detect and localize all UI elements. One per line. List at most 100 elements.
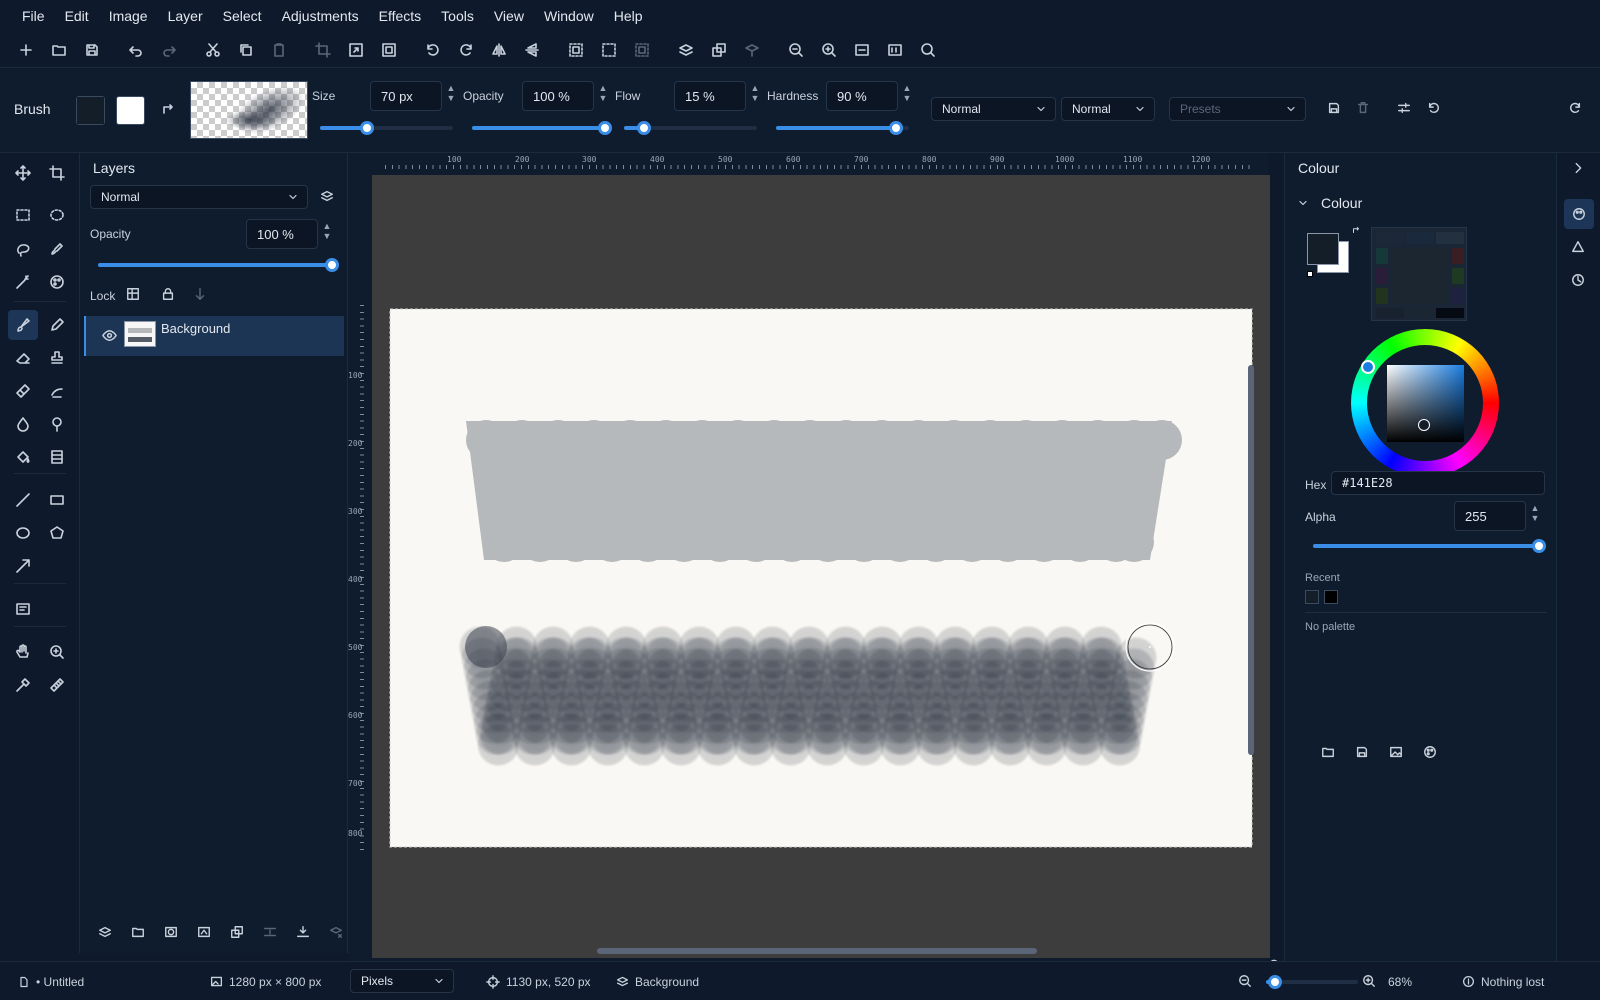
hardness-slider[interactable]	[776, 121, 909, 135]
lasso-select-icon[interactable]	[8, 234, 38, 264]
zoom-out-icon[interactable]	[780, 32, 812, 68]
chevron-down-icon[interactable]	[1297, 197, 1309, 209]
ellipse-select-icon[interactable]	[42, 200, 72, 230]
blur-icon[interactable]	[8, 409, 38, 439]
collapse-panel-icon[interactable]	[1571, 161, 1585, 175]
fit-window-icon[interactable]	[846, 32, 878, 68]
select-all-icon[interactable]	[560, 32, 592, 68]
delete-layer-icon[interactable]	[329, 925, 343, 939]
zoom-tool-icon[interactable]	[42, 637, 72, 667]
size-input[interactable]: 70 px	[370, 81, 442, 111]
opacity-stepper[interactable]: ▲ ▼	[597, 83, 609, 103]
lock-position-icon[interactable]	[193, 287, 207, 301]
open-palette-icon[interactable]	[1321, 745, 1335, 759]
clone-stamp-icon[interactable]	[42, 343, 72, 373]
colour-select-icon[interactable]	[42, 267, 72, 297]
rotate-right-icon[interactable]	[450, 32, 482, 68]
layer-blend-dropdown[interactable]: Normal	[90, 185, 308, 209]
layer-opacity-knob[interactable]	[325, 258, 339, 272]
hex-input[interactable]: #141E28	[1331, 471, 1545, 495]
dodge-icon[interactable]	[42, 409, 72, 439]
paste-icon[interactable]	[263, 32, 295, 68]
move-tool-icon[interactable]	[8, 158, 38, 188]
gradient-icon[interactable]	[8, 376, 38, 406]
flow-slider[interactable]	[624, 121, 757, 135]
palette-from-image-icon[interactable]	[1389, 745, 1403, 759]
brush-preview[interactable]	[190, 81, 308, 139]
crop-tool-icon[interactable]	[42, 158, 72, 188]
vertical-scrollbar[interactable]	[1248, 365, 1254, 755]
hardness-slider-knob[interactable]	[888, 121, 903, 135]
menu-window[interactable]: Window	[534, 0, 604, 32]
flip-horizontal-icon[interactable]	[483, 32, 515, 68]
add-layer-icon[interactable]	[670, 32, 702, 68]
hardness-stepper[interactable]: ▲ ▼	[901, 83, 913, 103]
actual-size-icon[interactable]	[879, 32, 911, 68]
canvas-viewport[interactable]	[372, 175, 1270, 958]
menu-layer[interactable]: Layer	[158, 0, 213, 32]
swap-colours-icon[interactable]	[1351, 225, 1361, 235]
ruler-tool-icon[interactable]	[42, 670, 72, 700]
save-icon[interactable]	[76, 32, 108, 68]
eyedropper-icon[interactable]	[8, 670, 38, 700]
visibility-eye-icon[interactable]	[102, 328, 117, 343]
recent-colour-swatch[interactable]	[1305, 590, 1319, 604]
merge-down-icon[interactable]	[263, 925, 277, 939]
search-icon[interactable]	[912, 32, 944, 68]
history-tab-icon[interactable]	[1571, 273, 1585, 287]
polygon-tool-icon[interactable]	[42, 518, 72, 548]
flow-slider-knob[interactable]	[636, 121, 651, 135]
brush-settings-icon[interactable]	[1397, 101, 1411, 115]
save-palette-icon[interactable]	[1355, 745, 1369, 759]
alpha-slider-knob[interactable]	[1532, 539, 1546, 553]
layer-opacity-slider[interactable]	[98, 258, 339, 272]
menu-select[interactable]: Select	[213, 0, 272, 32]
horizontal-scrollbar[interactable]	[597, 948, 1037, 954]
rectangle-select-icon[interactable]	[8, 200, 38, 230]
alpha-input[interactable]: 255	[1454, 501, 1526, 531]
reset-colours-icon[interactable]	[1307, 271, 1313, 277]
save-preset-icon[interactable]	[1327, 101, 1341, 115]
selection-brush-icon[interactable]	[42, 234, 72, 264]
pencil-icon[interactable]	[42, 310, 72, 340]
foreground-colour-swatch[interactable]	[1307, 233, 1339, 265]
rectangle-tool-icon[interactable]	[42, 485, 72, 515]
layer-opacity-input[interactable]: 100 %	[246, 219, 318, 249]
open-folder-icon[interactable]	[43, 32, 75, 68]
ellipse-tool-icon[interactable]	[8, 518, 38, 548]
primary-color-swatch[interactable]	[76, 96, 105, 125]
text-tool-icon[interactable]	[8, 594, 38, 624]
recent-colour-swatch[interactable]	[1324, 590, 1338, 604]
secondary-color-swatch[interactable]	[116, 96, 145, 125]
flow-input[interactable]: 15 %	[674, 81, 746, 111]
colour-picker-handle[interactable]	[1418, 419, 1430, 431]
deselect-icon[interactable]	[593, 32, 625, 68]
flip-vertical-icon[interactable]	[516, 32, 548, 68]
size-slider-knob[interactable]	[359, 121, 374, 135]
arrow-tool-icon[interactable]	[8, 551, 38, 581]
menu-help[interactable]: Help	[604, 0, 653, 32]
resize-canvas-icon[interactable]	[373, 32, 405, 68]
presets-dropdown[interactable]: Presets	[1169, 97, 1306, 121]
menu-adjustments[interactable]: Adjustments	[272, 0, 369, 32]
zoom-in-icon[interactable]	[1362, 974, 1376, 988]
swap-colors-icon[interactable]	[160, 101, 176, 117]
menu-view[interactable]: View	[484, 0, 534, 32]
refresh-icon[interactable]	[1568, 101, 1582, 115]
menu-edit[interactable]: Edit	[55, 0, 99, 32]
paint-brush-icon[interactable]	[8, 310, 38, 340]
units-dropdown[interactable]: Pixels	[350, 969, 454, 993]
colour-palette-tab-icon[interactable]	[1564, 199, 1594, 229]
colour-wheel[interactable]	[1351, 329, 1499, 477]
flow-stepper[interactable]: ▲ ▼	[749, 83, 761, 103]
zoom-slider-knob[interactable]	[1268, 975, 1283, 989]
invert-selection-icon[interactable]	[626, 32, 658, 68]
opacity-input[interactable]: 100 %	[522, 81, 594, 111]
size-slider[interactable]	[320, 121, 453, 135]
crop-selection-icon[interactable]	[307, 32, 339, 68]
menu-file[interactable]: File	[12, 0, 55, 32]
blend-mode-dropdown[interactable]: Normal	[931, 97, 1056, 121]
menu-tools[interactable]: Tools	[431, 0, 484, 32]
layer-opacity-stepper[interactable]: ▲ ▼	[321, 221, 333, 241]
colour-swatch-grid[interactable]	[1371, 227, 1467, 321]
